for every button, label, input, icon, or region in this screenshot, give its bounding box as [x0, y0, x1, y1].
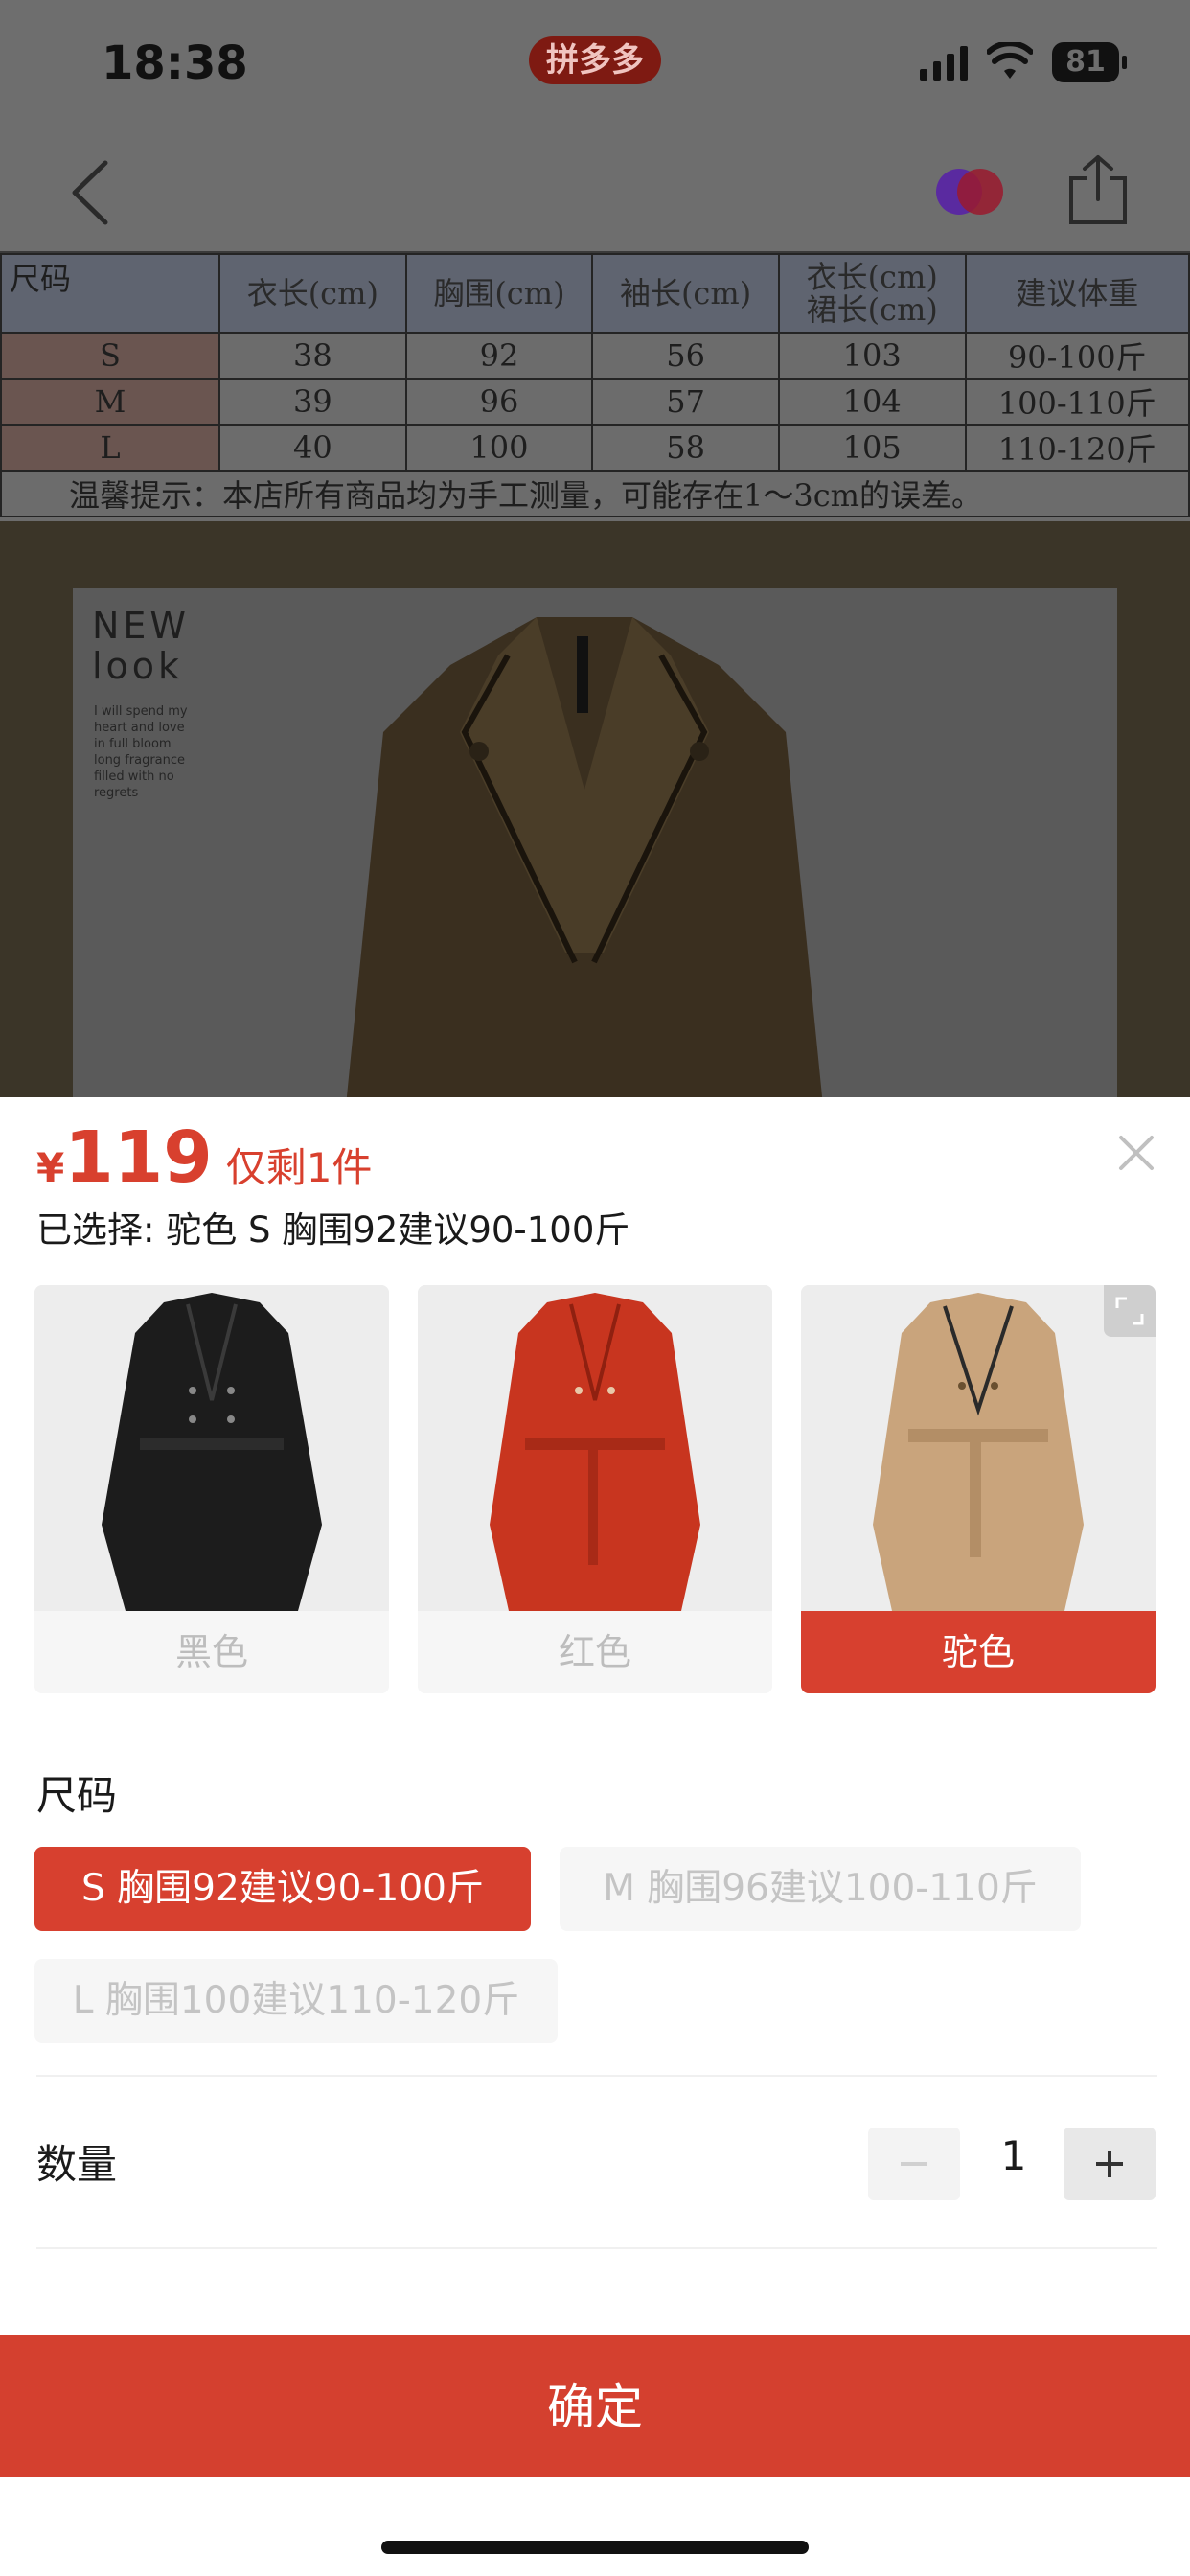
size-chart-image: 尺码 衣长(cm) 胸围(cm) 袖长(cm) 衣长(cm) 裙长(cm) 建议体…	[0, 251, 1190, 521]
photo-caption-title: NEW look	[92, 605, 191, 687]
size-chart-cell: 96	[404, 378, 594, 426]
color-option-black[interactable]: 黑色	[34, 1285, 389, 1693]
selected-summary: 已选择: 驼色 S 胸围92建议90-100斤	[36, 1209, 630, 1251]
size-chart-cell: M	[0, 378, 220, 426]
size-chart-note: 温馨提示：本店所有商品均为手工测量，可能存在1～3cm的误差。	[0, 470, 1190, 518]
size-option-s[interactable]: S 胸围92建议90-100斤	[34, 1847, 531, 1931]
size-chart-cell: 104	[777, 378, 967, 426]
size-chart-header: 衣长(cm) 裙长(cm)	[777, 253, 967, 334]
divider	[36, 2075, 1157, 2077]
size-chart-cell: 40	[218, 424, 407, 472]
size-chart-cell: 56	[591, 332, 780, 380]
color-option-red[interactable]: 红色	[418, 1285, 772, 1693]
product-photo: NEW look I will spend my heart and love …	[0, 521, 1190, 1097]
size-chart-row: L 40 100 58 105 110-120斤	[0, 424, 1190, 472]
size-chart-cell: 58	[591, 424, 780, 472]
size-chart-cell: 105	[777, 424, 967, 472]
color-thumbnail	[34, 1285, 389, 1611]
status-time: 18:38	[102, 36, 248, 90]
currency-symbol: ¥	[36, 1144, 65, 1191]
divider	[36, 2247, 1157, 2249]
size-option-l[interactable]: L 胸围100建议110-120斤	[34, 1959, 558, 2043]
photo-caption-text: I will spend my heart and love in full b…	[94, 704, 188, 800]
size-chart-cell: S	[0, 332, 220, 380]
size-chart-cell: L	[0, 424, 220, 472]
stock-note: 仅剩1件	[225, 1144, 373, 1191]
color-label: 驼色	[801, 1611, 1156, 1693]
size-chart-cell: 110-120斤	[964, 424, 1190, 472]
quantity-title: 数量	[36, 2141, 118, 2188]
share-icon[interactable]	[1064, 153, 1133, 226]
size-chart-row: M 39 96 57 104 100-110斤	[0, 378, 1190, 426]
product-detail-backdrop[interactable]: 18:38 拼多多 81 尺码 衣长(cm) 胸围(cm) 袖长(cm) 衣长(…	[0, 0, 1190, 1097]
color-option-camel[interactable]: 驼色	[801, 1285, 1156, 1693]
color-label: 黑色	[34, 1611, 389, 1693]
coat-thumbnail-red	[490, 1293, 700, 1611]
sku-selector-sheet: ¥ 119 仅剩1件 已选择: 驼色 S 胸围92建议90-100斤 黑色 红色…	[0, 1097, 1190, 2576]
avatar-icon[interactable]	[934, 165, 1005, 218]
size-section-title: 尺码	[36, 1772, 118, 1819]
status-bar: 18:38 拼多多 81	[0, 0, 1190, 125]
confirm-button[interactable]: 确定	[0, 2335, 1190, 2477]
size-chart-header-corner: 尺码	[0, 253, 220, 334]
minus-icon	[901, 2162, 927, 2166]
size-chart-header: 袖长(cm)	[591, 253, 780, 334]
size-chart-cell: 39	[218, 378, 407, 426]
quantity-increment-button[interactable]	[1064, 2128, 1156, 2200]
home-indicator[interactable]	[381, 2541, 809, 2554]
price-value: 119	[64, 1116, 213, 1199]
plus-icon	[1096, 2150, 1123, 2177]
expand-icon[interactable]	[1104, 1285, 1156, 1337]
size-chart-header: 衣长(cm)	[218, 253, 407, 334]
back-icon[interactable]	[67, 159, 115, 226]
color-label: 红色	[418, 1611, 772, 1693]
coat-thumbnail-camel	[873, 1293, 1084, 1611]
size-chart-table: 尺码 衣长(cm) 胸围(cm) 袖长(cm) 衣长(cm) 裙长(cm) 建议体…	[0, 253, 1190, 518]
size-chart-row: S 38 92 56 103 90-100斤	[0, 332, 1190, 380]
size-chart-header: 建议体重	[964, 253, 1190, 334]
color-options: 黑色 红色 驼色	[34, 1285, 1156, 1693]
quantity-value[interactable]: 1	[979, 2132, 1048, 2179]
close-icon[interactable]	[1113, 1130, 1159, 1176]
size-option-m[interactable]: M 胸围96建议100-110斤	[560, 1847, 1081, 1931]
battery-icon: 81	[1052, 42, 1127, 82]
size-chart-header: 胸围(cm)	[404, 253, 594, 334]
color-thumbnail	[418, 1285, 772, 1611]
size-chart-cell: 38	[218, 332, 407, 380]
size-chart-cell: 92	[404, 332, 594, 380]
color-thumbnail	[801, 1285, 1156, 1611]
app-badge: 拼多多	[529, 36, 661, 84]
price-row: ¥ 119 仅剩1件	[36, 1116, 372, 1199]
quantity-decrement-button[interactable]	[868, 2128, 960, 2200]
wifi-icon	[987, 42, 1033, 79]
size-chart-cell: 57	[591, 378, 780, 426]
size-chart-cell: 100	[404, 424, 594, 472]
size-chart-cell: 90-100斤	[964, 332, 1190, 380]
signal-icon	[920, 46, 968, 80]
coat-thumbnail-black	[102, 1293, 322, 1611]
size-chart-cell: 103	[777, 332, 967, 380]
size-chart-cell: 100-110斤	[964, 378, 1190, 426]
coat-illustration	[346, 617, 823, 1097]
